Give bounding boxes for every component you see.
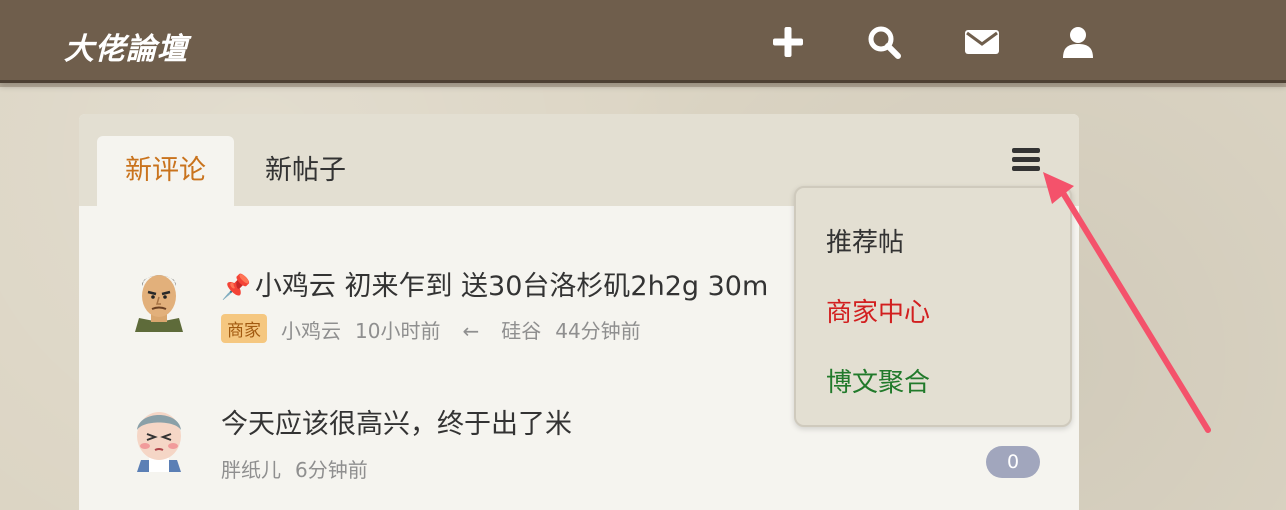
reply-arrow-icon: ← <box>462 319 480 343</box>
top-navigation-bar: 大佬論壇 <box>0 0 1286 87</box>
post-time: 6分钟前 <box>295 458 368 482</box>
post-title[interactable]: 今天应该很高兴，终于出了米 <box>221 402 572 441</box>
post-title[interactable]: 📌 小鸡云 初来乍到 送30台洛杉矶2h2g 30m <box>221 264 768 303</box>
envelope-icon[interactable] <box>964 24 1000 60</box>
last-reply-user[interactable]: 硅谷 <box>501 319 541 343</box>
tab-new-posts[interactable]: 新帖子 <box>237 136 374 206</box>
dropdown-menu: 推荐帖 商家中心 博文聚合 <box>794 186 1072 427</box>
plus-icon[interactable] <box>770 24 806 60</box>
tab-new-comments[interactable]: 新评论 <box>97 136 234 206</box>
avatar[interactable] <box>125 264 193 332</box>
hamburger-icon[interactable] <box>1012 148 1040 174</box>
avatar[interactable] <box>125 404 193 472</box>
menu-item-blog-aggregation[interactable]: 博文聚合 <box>826 362 930 399</box>
menu-item-merchant-center[interactable]: 商家中心 <box>826 292 930 329</box>
last-reply-time: 44分钟前 <box>555 319 641 343</box>
comment-count-badge[interactable]: 0 <box>986 446 1040 478</box>
post-meta: 胖纸儿 6分钟前 <box>221 454 382 483</box>
search-icon[interactable] <box>866 24 902 60</box>
post-meta: 商家 小鸡云 10小时前 ← 硅谷 44分钟前 <box>221 314 655 344</box>
site-logo[interactable]: 大佬論壇 <box>64 24 188 68</box>
pin-icon: 📌 <box>221 273 251 301</box>
merchant-badge: 商家 <box>221 314 267 343</box>
post-time: 10小时前 <box>355 319 441 343</box>
user-icon[interactable] <box>1060 24 1096 60</box>
author-name[interactable]: 小鸡云 <box>281 319 341 343</box>
menu-item-recommended[interactable]: 推荐帖 <box>826 222 904 259</box>
author-name[interactable]: 胖纸儿 <box>221 458 281 482</box>
